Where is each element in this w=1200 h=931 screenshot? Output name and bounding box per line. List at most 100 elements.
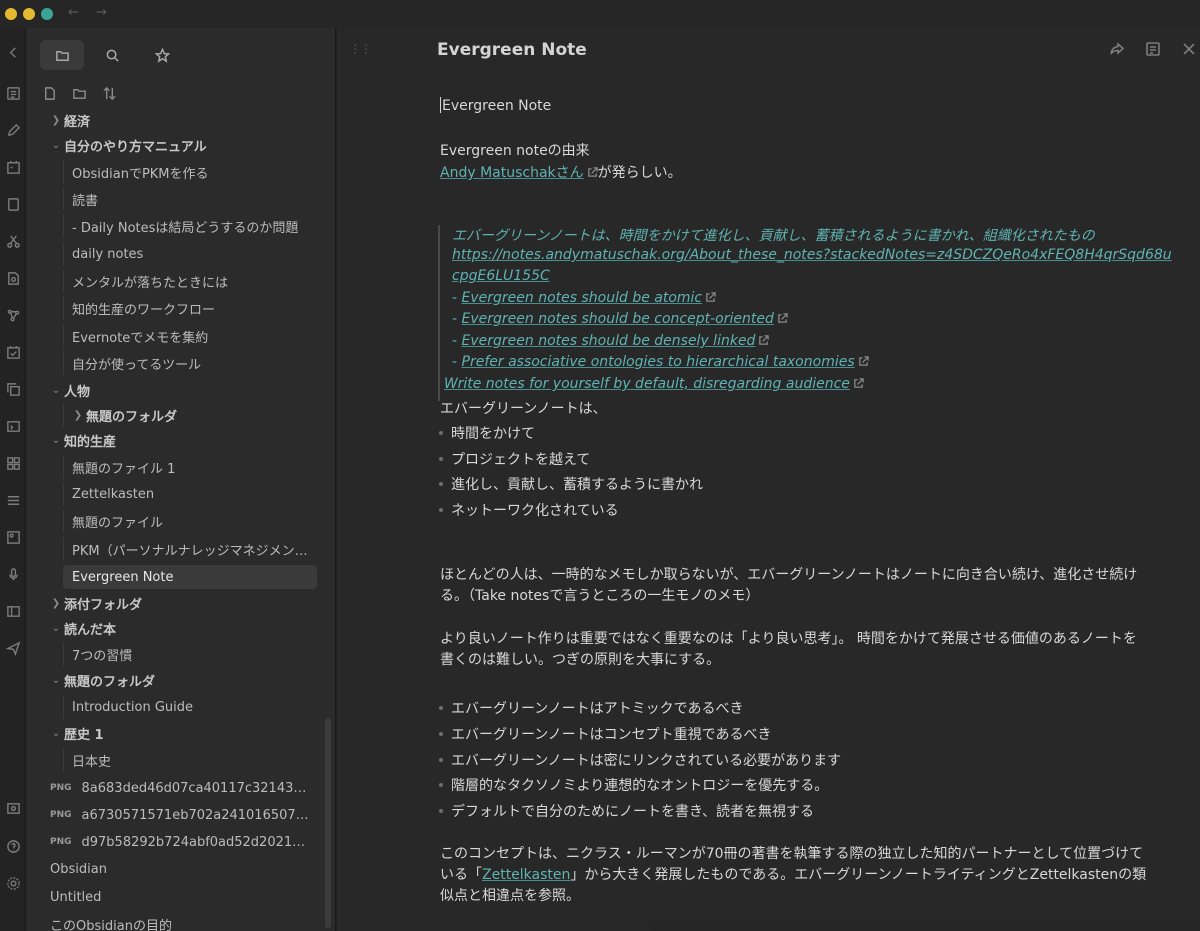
file-item[interactable]: 無題のファイル 1 [63,455,317,479]
quote-url-link-cont[interactable]: cpgE6LU155C [452,268,550,284]
window-maximize-button[interactable] [41,8,53,20]
document-list-icon[interactable] [5,85,21,101]
star-icon[interactable] [140,40,184,70]
file-search-icon[interactable] [5,270,21,286]
image-icon[interactable] [5,529,21,545]
arrow-right-icon[interactable]: → [96,5,107,20]
graph-icon[interactable] [5,307,21,323]
folder-item[interactable]: ⌄ 読んだ本 [50,616,320,640]
bullet-dot [439,508,443,512]
collapse-sidebar-icon[interactable] [5,44,21,60]
chevron-right-icon: ❯ [51,114,61,126]
image-file-item[interactable]: PNGd97b58292b724abf0ad52d2021c3a.png [50,830,320,854]
file-item[interactable]: Zettelkasten [63,482,317,506]
microphone-icon[interactable] [5,566,21,582]
calendar-icon[interactable] [5,159,21,175]
chevron-right-icon: ❯ [73,409,83,421]
file-item[interactable]: 知的生産のワークフロー [63,296,317,320]
quote-list-item: - Evergreen notes should be atomic [452,290,716,306]
external-link[interactable]: Evergreen notes should be atomic [462,290,703,306]
chevron-down-icon: ⌄ [51,674,61,686]
image-file-item[interactable]: PNG8a683ded46d07ca40117c32143208.png [50,776,320,800]
copy-icon[interactable] [5,381,21,397]
help-icon[interactable] [5,838,21,854]
window-minimize-button[interactable] [23,8,35,20]
editor-pane: ⋮⋮ Evergreen Note Evergreen Note Evergre… [337,28,1200,931]
external-link[interactable]: Write notes for yourself by default, dis… [444,376,850,392]
first-line: Evergreen Note [440,97,552,114]
file-item[interactable]: このObsidianの目的 [50,912,320,931]
folder-item[interactable]: ❯ 無題のフォルダ [63,403,317,427]
bullet-dot [439,783,443,787]
settings-gear-icon[interactable] [5,875,21,891]
bullet-dot [439,457,443,461]
file-item[interactable]: ObsidianでPKMを作る [63,160,317,184]
list-icon[interactable] [5,492,21,508]
external-link-icon [758,334,770,345]
arrow-left-icon[interactable]: ← [68,5,79,20]
file-item[interactable]: 自分が使ってるツール [63,351,317,375]
scissors-icon[interactable] [5,233,21,249]
paragraph: このコンセプトは、ニクラス・ルーマンが70冊の著書を執筆する際の独立した知的パー… [440,846,1147,904]
origin-heading: Evergreen noteの由来 [440,143,590,159]
ribbon [0,28,26,931]
file-item[interactable]: 無題のファイル [63,509,317,533]
file-item[interactable]: 日本史 [63,748,317,772]
file-item[interactable]: Untitled [50,885,320,909]
page-icon[interactable] [5,196,21,212]
sort-icon[interactable] [102,86,120,104]
window-close-button[interactable] [5,8,17,20]
sidebar-scrollbar[interactable] [325,718,331,928]
new-note-icon[interactable] [42,86,60,104]
folder-item[interactable]: ⌄ 知的生産 [50,428,320,452]
author-line: Andy Matuschakさん が発らしい。 [440,165,682,181]
file-item[interactable]: Introduction Guide [63,695,317,719]
file-item[interactable]: PKM（パーソナルナレッジマネジメント） [63,537,317,561]
file-item[interactable]: - Daily Notesは結局どうするのか問題 [63,214,317,238]
folder-icon[interactable] [40,40,84,70]
folder-item[interactable]: ❯ 経済 [50,108,320,132]
blockquote: エバーグリーンノートは、時間をかけて進化し、貢献し、蓄積されるように書かれ、組織… [438,225,1172,401]
terminal-icon[interactable] [5,418,21,434]
reading-view-icon[interactable] [1145,41,1163,59]
paragraph: ほとんどの人は、一時的なメモしか取らないが、エバーグリーンノートはノートに向き合… [440,567,1138,604]
external-link[interactable]: Prefer associative ontologies to hierarc… [462,354,855,370]
chevron-down-icon: ⌄ [51,384,61,396]
bullet-dot [439,431,443,435]
note-title[interactable]: Evergreen Note [437,40,587,60]
external-link[interactable]: Evergreen notes should be densely linked [462,333,756,349]
file-item[interactable]: Obsidian [50,857,320,881]
file-item[interactable]: Evernoteでメモを集約 [63,324,317,348]
quote-list-item: - Evergreen notes should be densely link… [452,333,770,349]
file-item[interactable]: daily notes [63,242,317,266]
vault-icon[interactable] [5,800,21,816]
close-icon[interactable] [1181,41,1199,59]
file-item[interactable]: 7つの習慣 [63,642,317,666]
send-icon[interactable] [5,640,21,656]
bullet-dot [439,482,443,486]
folder-item[interactable]: ⌄ 人物 [50,378,320,402]
quote-url-link[interactable]: https://notes.andymatuschak.org/About_th… [452,247,1172,263]
new-folder-icon[interactable] [72,86,90,104]
drag-handle-icon[interactable]: ⋮⋮ [349,42,372,56]
folder-item[interactable]: ⌄ 自分のやり方マニュアル [50,133,320,157]
pen-icon[interactable] [5,122,21,138]
file-item[interactable]: 読書 [63,187,317,211]
folder-item[interactable]: ⌄ 歴史 1 [50,721,320,745]
sidebar-tabs [40,40,200,70]
checklist-icon[interactable] [5,344,21,360]
zettelkasten-link[interactable]: Zettelkasten [482,867,570,883]
author-link[interactable]: Andy Matuschakさん [440,165,584,181]
external-link[interactable]: Evergreen notes should be concept-orient… [462,311,774,327]
folder-item[interactable]: ❯ 添付フォルダ [50,591,320,615]
layout-icon[interactable] [5,603,21,619]
bullet-dot [439,732,443,736]
search-icon[interactable] [90,40,134,70]
file-item[interactable]: メンタルが落ちたときには [63,269,317,293]
paragraph: より良いノート作りは重要ではなく重要なのは「より良い思考」。 時間をかけて発展さ… [440,631,1137,668]
share-icon[interactable] [1109,41,1127,59]
file-item-active[interactable]: Evergreen Note [63,565,317,589]
grid-icon[interactable] [5,455,21,471]
image-file-item[interactable]: PNGa6730571571eb702a2410165075278.png [50,803,320,827]
folder-item[interactable]: ⌄ 無題のフォルダ [50,668,320,692]
